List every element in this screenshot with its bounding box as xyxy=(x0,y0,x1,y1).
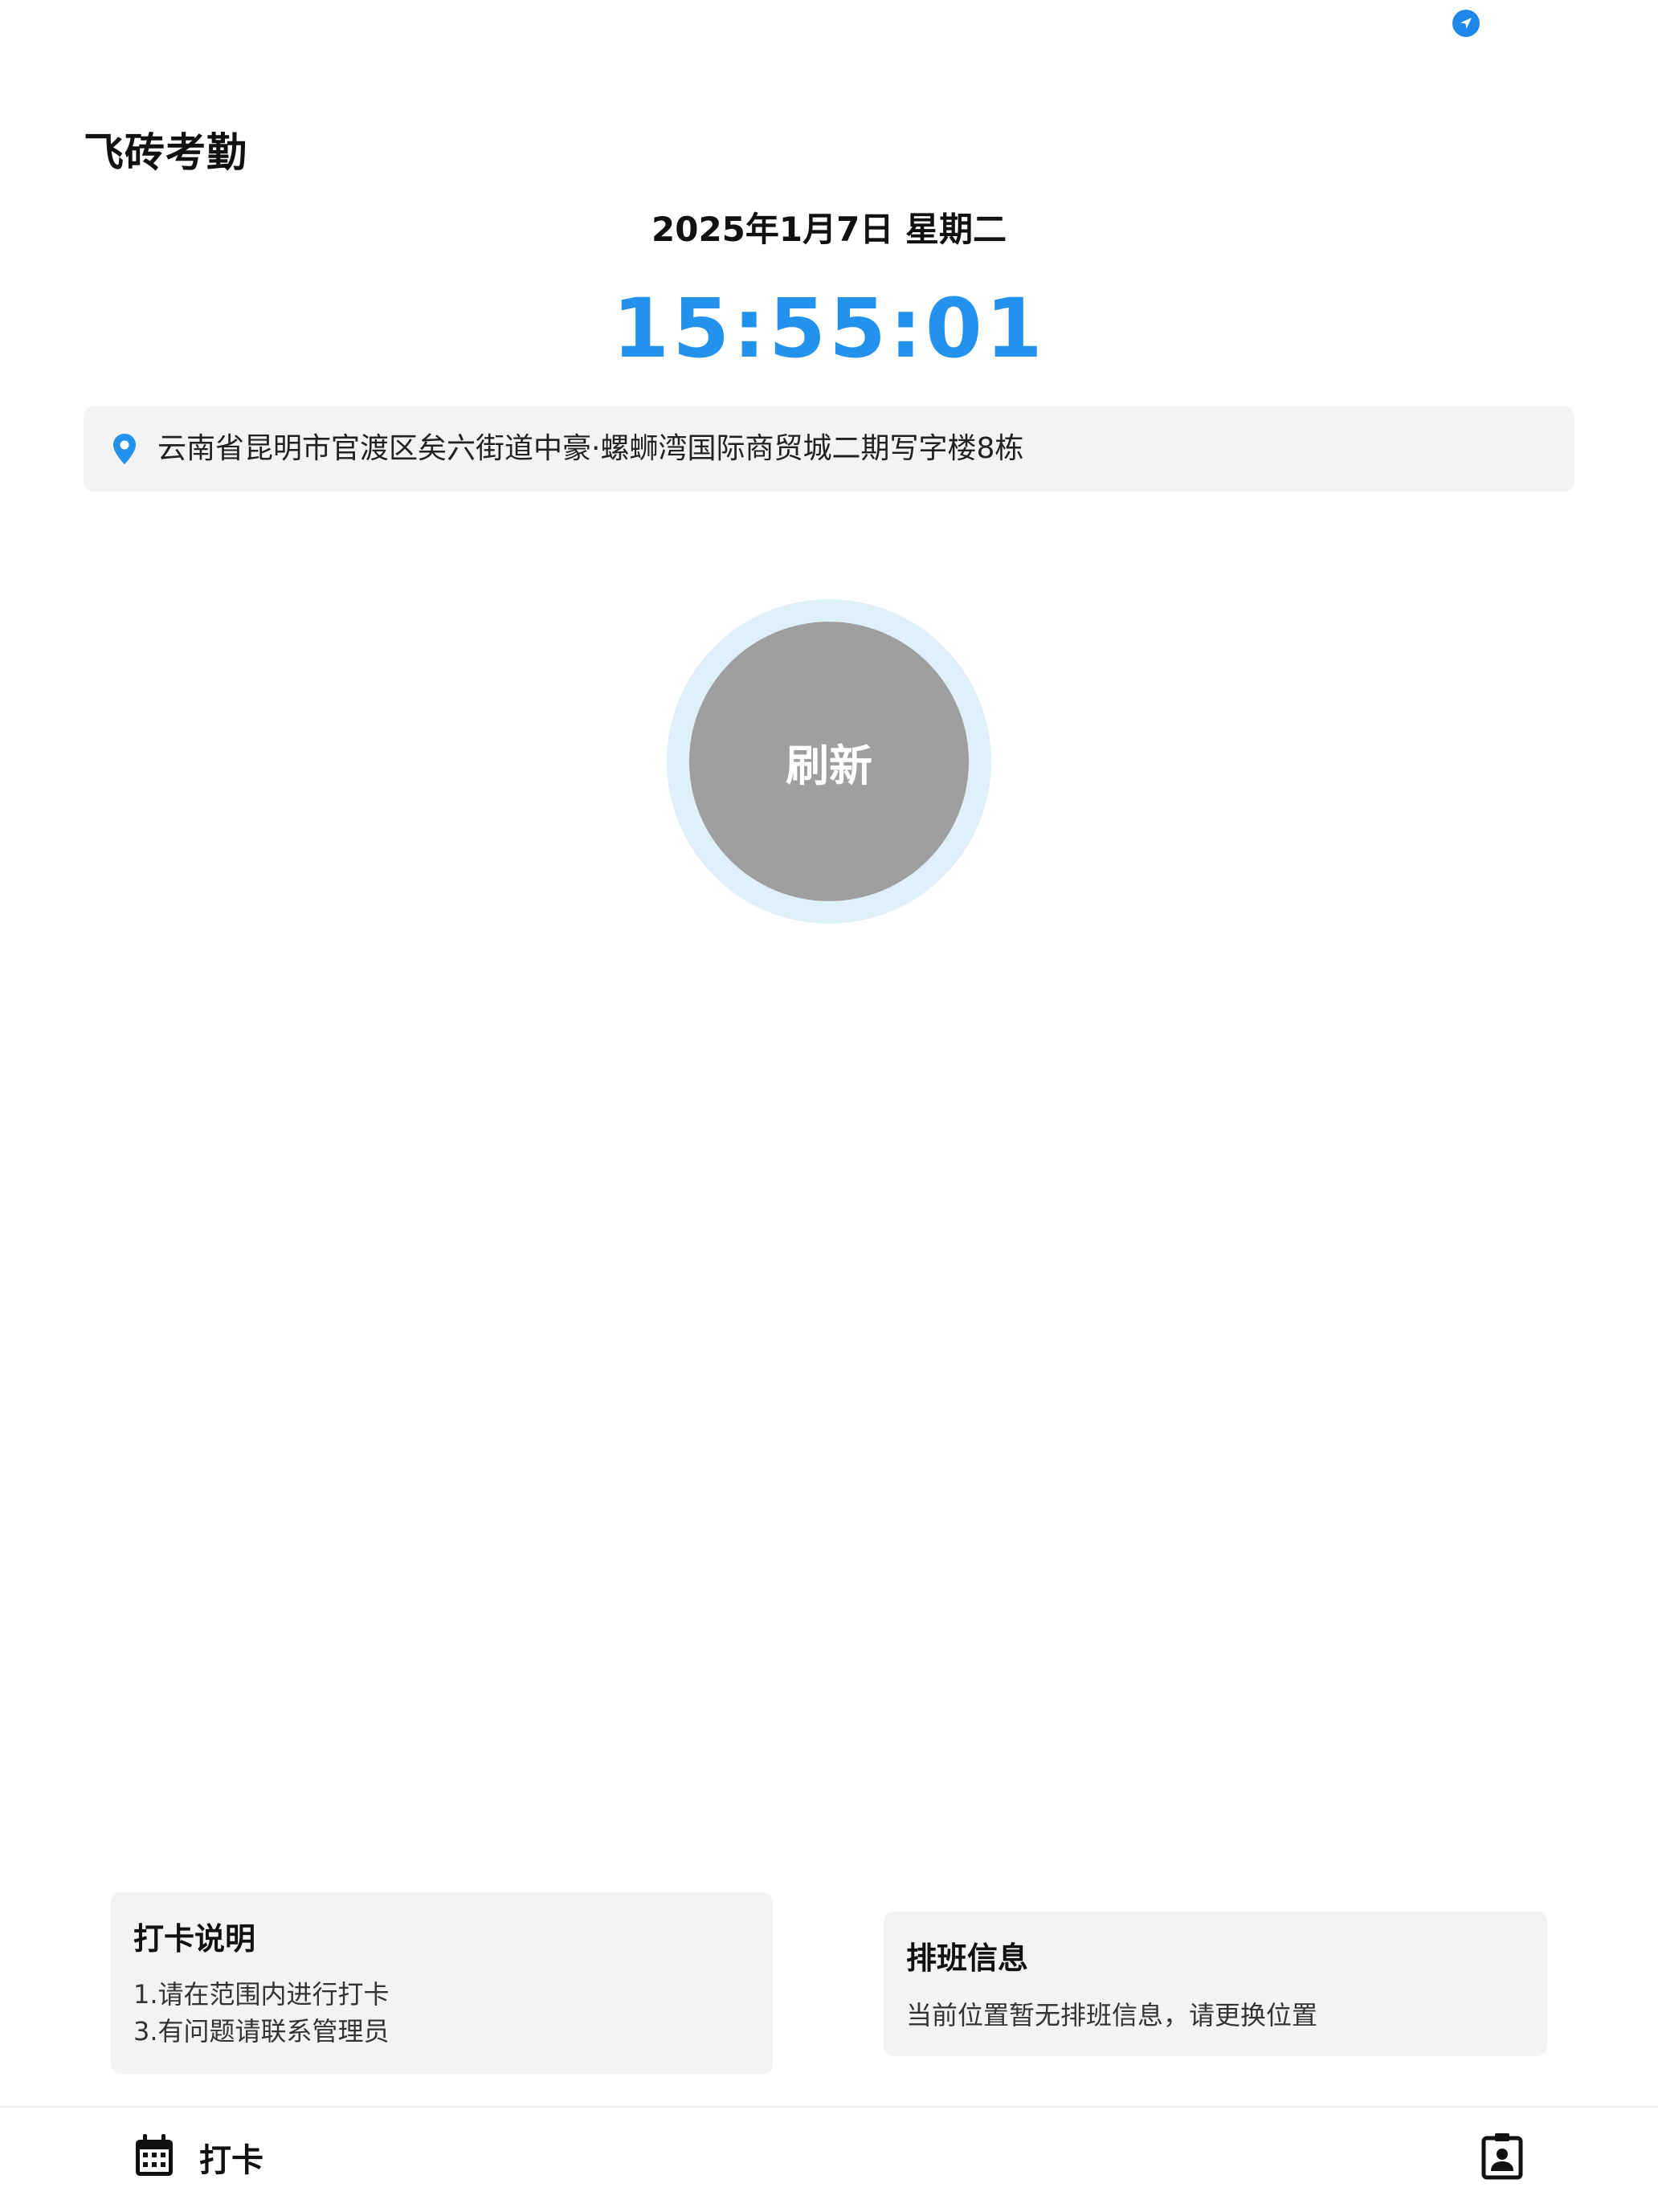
location-address: 云南省昆明市官渡区矣六街道中豪·螺蛳湾国际商贸城二期写字楼8栋 xyxy=(157,432,1024,465)
calendar-icon xyxy=(133,2133,175,2181)
instruction-line: 3.有问题请联系管理员 xyxy=(133,2016,390,2047)
schedule-info-message: 当前位置暂无排班信息，请更换位置 xyxy=(906,2000,1318,2030)
schedule-info-card: 排班信息 当前位置暂无排班信息，请更换位置 xyxy=(884,1912,1547,2056)
schedule-info-title: 排班信息 xyxy=(906,1941,1029,1976)
current-date: 2025年1月7日 星期二 xyxy=(651,210,1007,249)
checkin-instructions-title: 打卡说明 xyxy=(133,1921,256,1957)
refresh-button-label: 刷新 xyxy=(786,740,872,791)
refresh-button[interactable]: 刷新 xyxy=(689,622,969,901)
location-services-icon xyxy=(1452,10,1480,37)
checkin-instructions-card: 打卡说明 1.请在范围内进行打卡 3.有问题请联系管理员 xyxy=(111,1892,773,2074)
bottom-tab-bar: 打卡 xyxy=(0,2106,1658,2212)
current-time: 15:55:01 xyxy=(612,281,1046,377)
app-title: 飞砖考勤 xyxy=(84,129,247,176)
map-pin-icon xyxy=(111,431,138,467)
profile-badge-icon xyxy=(1481,2133,1523,2183)
instruction-line: 1.请在范围内进行打卡 xyxy=(133,1979,390,2010)
location-bar: 云南省昆明市官渡区矣六街道中豪·螺蛳湾国际商贸城二期写字楼8栋 xyxy=(84,406,1574,492)
tab-checkin[interactable]: 打卡 xyxy=(133,2132,263,2183)
tab-profile[interactable] xyxy=(1481,2132,1523,2180)
tab-checkin-label: 打卡 xyxy=(199,2142,263,2179)
